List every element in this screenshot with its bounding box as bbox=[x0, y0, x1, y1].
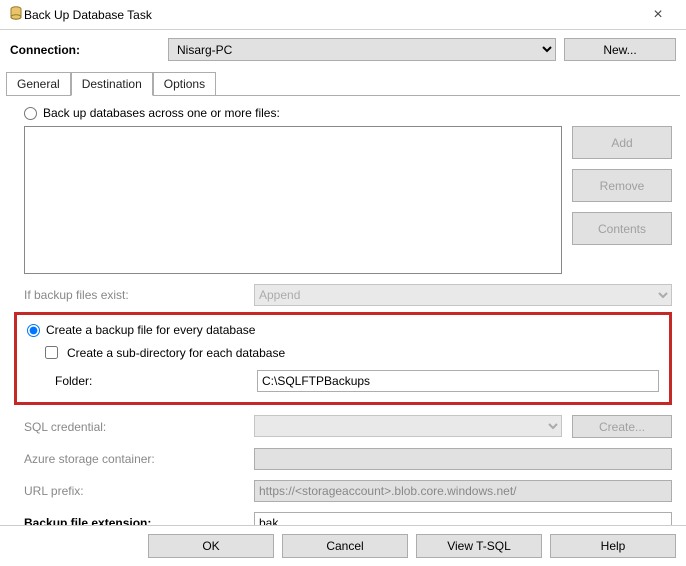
connection-label: Connection: bbox=[10, 43, 160, 57]
tab-body-destination: Back up databases across one or more fil… bbox=[0, 96, 686, 534]
radio-across-files[interactable] bbox=[24, 107, 37, 120]
new-connection-button[interactable]: New... bbox=[564, 38, 676, 61]
add-button: Add bbox=[572, 126, 672, 159]
azure-container-input bbox=[254, 448, 672, 470]
url-prefix-label: URL prefix: bbox=[24, 484, 244, 498]
sql-credential-select bbox=[254, 415, 562, 437]
dialog-footer: OK Cancel View T-SQL Help bbox=[0, 525, 686, 566]
url-prefix-input bbox=[254, 480, 672, 502]
connection-row: Connection: Nisarg-PC New... bbox=[0, 30, 686, 69]
tab-general[interactable]: General bbox=[6, 72, 71, 96]
tab-strip: General Destination Options bbox=[6, 72, 686, 96]
radio-every-db[interactable] bbox=[27, 324, 40, 337]
highlight-box: Create a backup file for every database … bbox=[14, 312, 672, 405]
sql-credential-label: SQL credential: bbox=[24, 420, 244, 434]
tab-options[interactable]: Options bbox=[153, 72, 216, 96]
window-title: Back Up Database Task bbox=[24, 8, 638, 22]
checkbox-subdir-label: Create a sub-directory for each database bbox=[67, 346, 285, 360]
folder-label: Folder: bbox=[27, 374, 247, 388]
close-icon[interactable]: × bbox=[638, 6, 678, 24]
radio-every-label: Create a backup file for every database bbox=[46, 323, 255, 337]
app-icon bbox=[8, 5, 24, 24]
contents-button: Contents bbox=[572, 212, 672, 245]
if-exist-label: If backup files exist: bbox=[24, 288, 244, 302]
cancel-button[interactable]: Cancel bbox=[282, 534, 408, 558]
if-exist-select: Append bbox=[254, 284, 672, 306]
tab-destination[interactable]: Destination bbox=[71, 72, 153, 96]
title-bar: Back Up Database Task × bbox=[0, 0, 686, 30]
connection-select[interactable]: Nisarg-PC bbox=[168, 38, 556, 61]
remove-button: Remove bbox=[572, 169, 672, 202]
view-tsql-button[interactable]: View T-SQL bbox=[416, 534, 542, 558]
azure-container-label: Azure storage container: bbox=[24, 452, 244, 466]
files-listbox[interactable] bbox=[24, 126, 562, 274]
radio-across-label: Back up databases across one or more fil… bbox=[43, 106, 280, 120]
checkbox-subdir[interactable] bbox=[45, 346, 58, 359]
ok-button[interactable]: OK bbox=[148, 534, 274, 558]
folder-input[interactable] bbox=[257, 370, 659, 392]
create-credential-button: Create... bbox=[572, 415, 672, 438]
help-button[interactable]: Help bbox=[550, 534, 676, 558]
